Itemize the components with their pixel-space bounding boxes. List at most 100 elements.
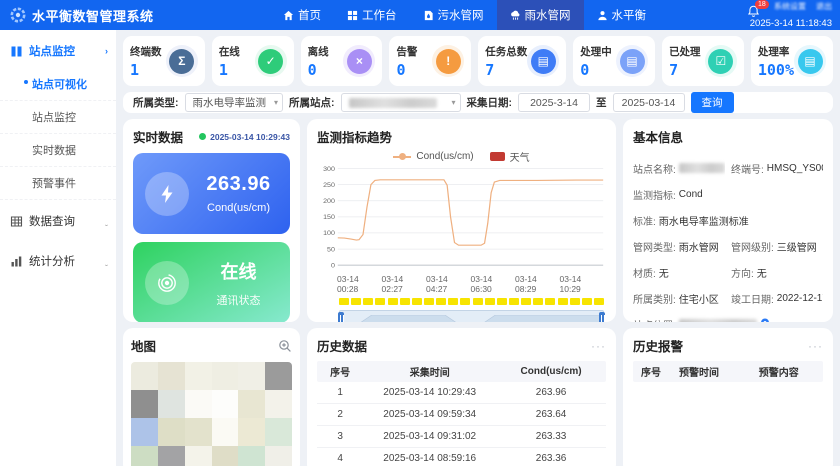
map-zoom-icon[interactable] [278,339,292,353]
main-nav: 首页 工作台 污水管网 雨水管网 水平衡 [270,0,659,30]
stat-card[interactable]: 终端数 1 Σ [123,36,205,86]
stat-label: 在线 [219,44,240,59]
logout-link[interactable]: 退出 [816,1,832,12]
legend-cond[interactable]: Cond(us/cm) [393,151,473,162]
settings-link[interactable]: 系统设置 [774,1,806,12]
info-row: 管网类型: 雨水管网 [633,233,725,259]
stat-label: 离线 [308,44,329,59]
realtime-unit: Cond(us/cm) [199,202,278,214]
navbar-utility-links: 系统设置 退出 [774,1,832,12]
table-row[interactable]: 42025-03-14 08:59:16263.36 [317,448,606,466]
map-canvas[interactable] [131,362,292,466]
alarm-history-panel: 历史报警 ··· 序号 预警时间 预警内容 [623,328,833,466]
info-row: 材质: 无 [633,259,725,285]
stat-card[interactable]: 已处理 7 ☑ [662,36,744,86]
weather-marker [436,298,446,305]
stat-card[interactable]: 任务总数 7 ▤ [478,36,566,86]
sidebar-item-2[interactable]: 实时数据 [0,134,116,167]
weather-marker [473,298,483,305]
alarm-table-header: 序号 预警时间 预警内容 [633,361,823,382]
app-title: 水平衡数智管理系统 [32,6,154,25]
table-row[interactable]: 12025-03-14 10:29:43263.96 [317,382,606,404]
history-table: 序号 采集时间 Cond(us/cm) 12025-03-14 10:29:43… [317,361,606,466]
realtime-panel: 实时数据 2025-03-14 10:29:43 263.96 Cond(us/… [123,119,300,322]
stat-card[interactable]: 告警 0 ! [389,36,471,86]
sidebar: 站点监控 › 站点可视化站点监控实时数据预警事件 数据查询 ˬ 统计分析 ˬ [0,30,116,466]
nav-item-sewage[interactable]: 污水管网 [410,0,497,30]
weather-marker [485,298,495,305]
lightning-icon [145,172,189,216]
sidebar-item-3[interactable]: 预警事件 [0,167,116,200]
stat-icon: ▤ [527,45,559,77]
stat-icon: ▤ [616,45,648,77]
nav-label: 水平衡 [612,7,647,23]
stat-label: 终端数 [130,44,162,59]
nav-item-workbench[interactable]: 工作台 [334,0,410,30]
map-tile [212,362,239,390]
grid-icon [10,215,23,228]
stat-card[interactable]: 在线 1 ✓ [212,36,294,86]
stat-label: 处理中 [580,44,612,59]
more-options-icon[interactable]: ··· [591,342,606,350]
sidebar-item-1[interactable]: 站点监控 [0,101,116,134]
info-row: 站点位置: [633,311,823,322]
history-title: 历史数据 [317,336,367,355]
chart-x-axis-labels: 03-14 00:2803-14 02:2703-14 04:2703-14 0… [317,274,606,294]
datazoom-handle-right[interactable] [599,312,605,322]
search-button[interactable]: 查询 [691,92,734,113]
weather-marker [400,298,410,305]
stat-value: 0 [308,61,329,79]
nav-item-rainwater[interactable]: 雨水管网 [497,0,584,30]
chart-legend: Cond(us/cm) 天气 [317,149,606,164]
stats-row: 终端数 1 Σ 在线 1 ✓ 离线 0 × 告警 0 [123,36,833,86]
legend-label: 天气 [510,149,530,164]
station-select[interactable] [341,93,461,112]
col-header-alarm-time: 预警时间 [671,364,751,379]
stat-value: 0 [396,61,417,79]
type-select[interactable]: 雨水电导率监测 [185,93,284,112]
nav-item-home[interactable]: 首页 [270,0,334,30]
history-table-header: 序号 采集时间 Cond(us/cm) [317,361,606,382]
location-pin-icon[interactable] [760,318,770,322]
table-row[interactable]: 22025-03-14 09:59:34263.64 [317,404,606,426]
date-from-input[interactable]: 2025-3-14 [518,93,590,112]
map-tile [238,418,265,446]
system-time: 2025-3-14 11:18:43 [750,18,832,29]
col-header-time: 采集时间 [363,364,496,379]
more-options-icon[interactable]: ··· [808,342,823,350]
stat-value: 7 [485,61,527,79]
map-tile [265,446,292,466]
info-row: 方向: 无 [731,259,823,285]
sidebar-submenu: 站点可视化站点监控实时数据预警事件 [0,68,116,200]
map-tile [158,418,185,446]
online-status-dot [199,133,206,140]
basic-info-title: 基本信息 [633,131,683,145]
signal-icon [145,261,189,305]
table-row[interactable]: 32025-03-14 09:31:02263.33 [317,426,606,448]
stat-card[interactable]: 处理率 100% ▤ [751,36,833,86]
datazoom-handle-left[interactable] [338,312,344,322]
map-tile [265,362,292,390]
sidebar-group-data-query[interactable]: 数据查询 ˬ [0,204,116,238]
chart-datazoom-slider[interactable] [339,310,604,322]
sidebar-group-statistics[interactable]: 统计分析 ˬ [0,244,116,278]
weather-marker-row [317,298,606,305]
datazoom-silhouette [340,311,603,322]
legend-weather[interactable]: 天气 [490,149,530,164]
col-header-alarm-content: 预警内容 [751,364,823,379]
sidebar-item-0[interactable]: 站点可视化 [0,68,116,101]
rect-marker-icon [490,152,505,161]
sidebar-group-site-monitor[interactable]: 站点监控 › [0,34,116,68]
info-row: 终端号: HMSQ_YS002 [731,155,823,181]
stat-card[interactable]: 处理中 0 ▤ [573,36,655,86]
nav-item-water-balance[interactable]: 水平衡 [584,0,660,30]
col-header-index: 序号 [633,364,671,379]
chevron-right-icon: › [105,46,108,56]
map-tile [212,446,239,466]
date-to-input[interactable]: 2025-03-14 [613,93,685,112]
weather-marker [558,298,568,305]
svg-text:50: 50 [327,246,335,253]
map-tile [158,446,185,466]
stat-card[interactable]: 离线 0 × [301,36,383,86]
info-row: 站点名称: [633,155,725,181]
